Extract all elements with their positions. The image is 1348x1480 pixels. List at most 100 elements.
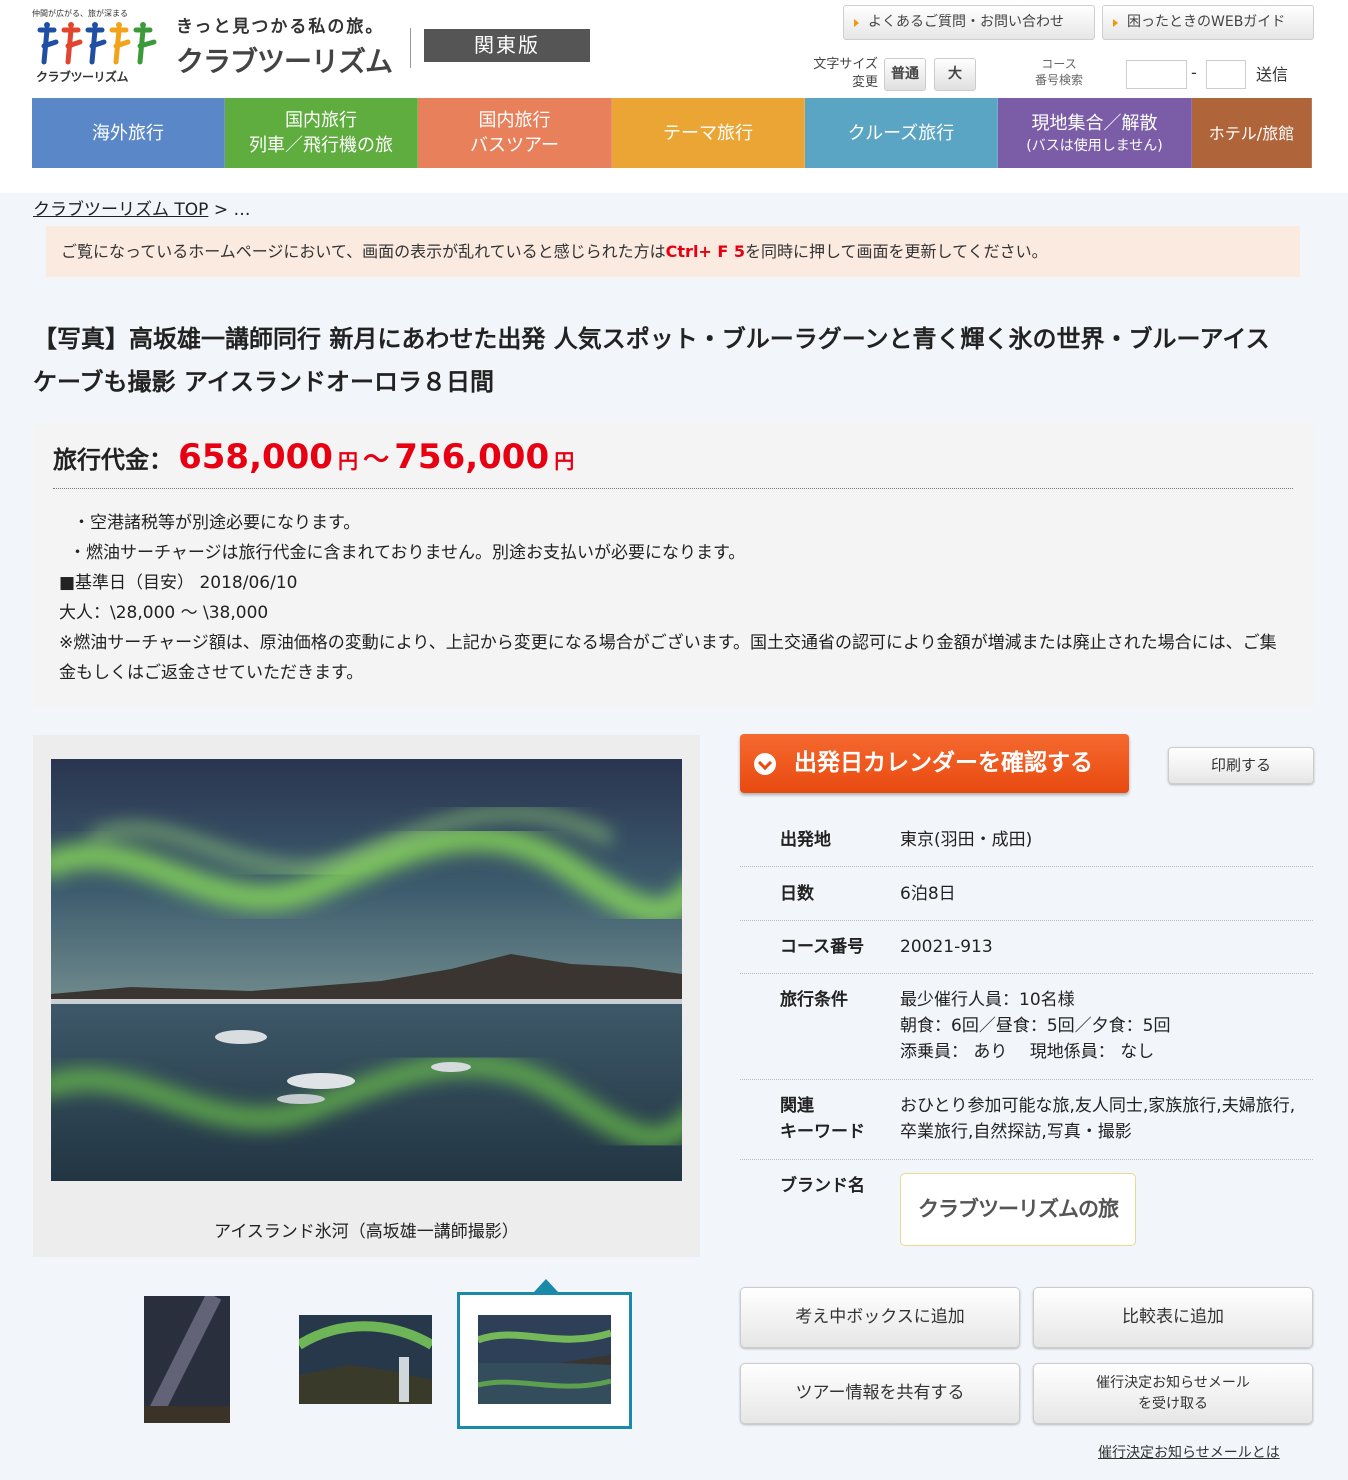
site-logo[interactable]: 仲間が広がる、旅が深まる クラブツーリズム (32, 6, 164, 86)
price-line: 旅行代金： 658,000 円 ～ 756,000 円 (53, 437, 574, 477)
notice-shortcut: Ctrl+ F 5 (665, 242, 746, 261)
tour-title: 【写真】高坂雄一講師同行 新月にあわせた出発 人気スポット・ブルーラグーンと青く… (33, 325, 1270, 396)
site-header: 仲間が広がる、旅が深まる クラブツーリズム きっと見つかる私の旅。 クラブツーリ… (0, 0, 1348, 98)
departure-calendar-label: 出発日カレンダーを確認する (794, 750, 1093, 776)
brand-logo: クラブツーリズムの旅 (900, 1173, 1136, 1246)
font-size-large-button[interactable]: 大 (934, 58, 976, 91)
chevron-down-icon (754, 753, 776, 775)
price-divider (53, 488, 1293, 489)
departure-mail-button[interactable]: 催行決定お知らせメール を受け取る (1033, 1363, 1313, 1424)
info-row-days: 日数 6泊8日 (740, 867, 1313, 921)
departure-mail-label-line2: を受け取る (1137, 1395, 1208, 1412)
nav-item-sublabel: (バスは使用しません) (1026, 137, 1163, 154)
course-search-label-line2: 番号検索 (1034, 73, 1083, 87)
font-size-label-line2: 変更 (851, 75, 878, 90)
logo-wordmark-small: クラブツーリズム (36, 70, 129, 84)
price-box: 旅行代金： 658,000 円 ～ 756,000 円 ・空港諸税等が別途必要に… (33, 423, 1313, 707)
arrow-right-icon (1113, 19, 1118, 27)
brand-divider (410, 28, 411, 68)
nav-item[interactable]: 国内旅行 バスツアー (418, 98, 612, 168)
brand-wordmark[interactable]: クラブツーリズム (176, 40, 393, 80)
font-size-label: 文字サイズ 変更 (800, 56, 878, 92)
arrow-right-icon (854, 19, 859, 27)
web-guide-button[interactable]: 困ったときのWEBガイド (1102, 5, 1314, 40)
nav-item[interactable]: 現地集合／解散 (バスは使用しません) (998, 98, 1192, 168)
days-value: 6泊8日 (900, 884, 956, 904)
price-min: 658,000 (178, 437, 333, 477)
nav-item-label: テーマ旅行 (663, 122, 753, 144)
info-row-keywords: 関連 キーワード おひとり参加可能な旅,友人同士,家族旅行,夫婦旅行,卒業旅行,… (740, 1080, 1313, 1160)
notice-text: ご覧になっているホームページにおいて、画面の表示が乱れていると感じられた方は (61, 242, 666, 261)
nav-item-label: クルーズ旅行 (847, 122, 955, 144)
share-tour-button[interactable]: ツアー情報を共有する (740, 1363, 1020, 1424)
course-value: 20021-913 (900, 937, 993, 957)
departure-calendar-button[interactable]: 出発日カレンダーを確認する (740, 734, 1129, 793)
course-search-send-button[interactable]: 送信 (1256, 61, 1288, 85)
catchcopy: きっと見つかる私の旅。 (176, 17, 385, 37)
nav-item-label: 現地集合／解散 (1031, 112, 1158, 134)
keywords-label: 関連 キーワード (780, 1093, 865, 1145)
breadcrumb: クラブツーリズム TOP > … (33, 195, 250, 220)
photo-caption: アイスランド氷河（高坂雄一講師撮影） (214, 1222, 519, 1242)
price-label: 旅行代金： (53, 446, 173, 474)
nav-item-label: 国内旅行 (285, 110, 357, 131)
font-size-normal-button[interactable]: 普通 (884, 58, 926, 91)
breadcrumb-top-link[interactable]: クラブツーリズム TOP (33, 200, 208, 220)
price-max: 756,000 (394, 437, 550, 477)
course-number-input-2[interactable] (1206, 60, 1246, 89)
conditions-value: 最少催行人員：10名様 朝食：6回／昼食：5回／夕食：5回 添乗員： あり 現地… (900, 987, 1310, 1065)
photo-gallery: アイスランド氷河（高坂雄一講師撮影） (33, 735, 700, 1257)
nav-item[interactable]: 国内旅行列車／飛行機の旅 (225, 98, 418, 168)
nav-item-sublabel: バスツアー (470, 135, 559, 156)
course-number-dash: - (1191, 63, 1197, 82)
nav-item-sublabel: 列車／飛行機の旅 (249, 135, 393, 156)
main-nav: 海外旅行 国内旅行 列車／飛行機の旅 国内旅行 バスツアー テーマ旅行 クルーズ旅行 現地集合… (32, 98, 1312, 168)
main-photo[interactable] (51, 759, 682, 1181)
keywords-value: おひとり参加可能な旅,友人同士,家族旅行,夫婦旅行,卒業旅行,自然探訪,写真・撮… (900, 1096, 1296, 1142)
price-note: ・空港諸税等が別途必要になります。 (73, 513, 361, 533)
nav-item[interactable]: クルーズ旅行 (805, 98, 998, 168)
nav-item[interactable]: ホテル/旅館 (1192, 98, 1312, 168)
add-to-consider-box-button[interactable]: 考え中ボックスに追加 (740, 1287, 1020, 1348)
faq-contact-button[interactable]: よくあるご質問・お問い合わせ (843, 5, 1095, 40)
keywords-label-line2: キーワード (780, 1122, 865, 1142)
departure-mail-info-link[interactable]: 催行決定お知らせメールとは (1098, 1442, 1280, 1462)
nav-item-label: 海外旅行 (92, 122, 164, 144)
print-button[interactable]: 印刷する (1168, 747, 1314, 784)
nav-item-label: ホテル/旅館 (1208, 123, 1295, 143)
price-tilde: ～ (363, 445, 390, 475)
breadcrumb-separator: > … (208, 200, 251, 220)
waterfall-aurora-thumbnail-image (299, 1315, 432, 1404)
display-notice: ご覧になっているホームページにおいて、画面の表示が乱れていると感じられた方はCt… (46, 226, 1300, 277)
condition-line: 朝食：6回／昼食：5回／夕食：5回 (900, 1016, 1171, 1036)
departure-label: 出発地 (780, 830, 831, 850)
info-row-conditions: 旅行条件 最少催行人員：10名様 朝食：6回／昼食：5回／夕食：5回 添乗員： … (740, 974, 1313, 1080)
course-number-input-1[interactable] (1126, 60, 1187, 89)
keywords-label-line1: 関連 (780, 1096, 814, 1116)
condition-line: 最少催行人員：10名様 (900, 990, 1075, 1010)
thumbnail-1[interactable] (144, 1296, 230, 1423)
font-size-label-line1: 文字サイズ (813, 57, 878, 72)
info-row-departure: 出発地 東京(羽田・成田) (740, 813, 1313, 867)
glacier-aurora-thumbnail-image (478, 1315, 611, 1404)
notice-text-end: を同時に押して画面を更新してください。 (745, 242, 1048, 261)
logo-figures-icon (37, 22, 157, 65)
selected-thumbnail-pointer (534, 1279, 558, 1292)
milky-way-thumbnail-image (144, 1296, 230, 1423)
aurora-glacier-image (51, 759, 682, 1181)
price-yen-max: 円 (554, 449, 575, 473)
thumbnail-3[interactable] (478, 1315, 611, 1404)
nav-item[interactable]: 海外旅行 (32, 98, 225, 168)
add-to-compare-button[interactable]: 比較表に追加 (1033, 1287, 1313, 1348)
nav-item[interactable]: テーマ旅行 (612, 98, 805, 168)
price-note: ■基準日（目安） 2018/06/10 (59, 573, 298, 593)
course-search-label: コース 番号検索 (1030, 56, 1088, 88)
price-notes: ・空港諸税等が別途必要になります。 ・燃油サーチャージは旅行代金に含まれておりま… (59, 508, 1283, 688)
condition-line: 添乗員： あり 現地係員： なし (900, 1042, 1155, 1062)
nav-item-label: 国内旅行 (478, 110, 551, 131)
price-note: ※燃油サーチャージ額は、原油価格の変動により、上記から変更になる場合がございます… (59, 633, 1277, 683)
departure-value: 東京(羽田・成田) (900, 830, 1033, 850)
thumbnail-2[interactable] (299, 1315, 432, 1404)
info-row-course: コース番号 20021-913 (740, 921, 1313, 974)
departure-mail-label-line1: 催行決定お知らせメール (1096, 1374, 1250, 1391)
